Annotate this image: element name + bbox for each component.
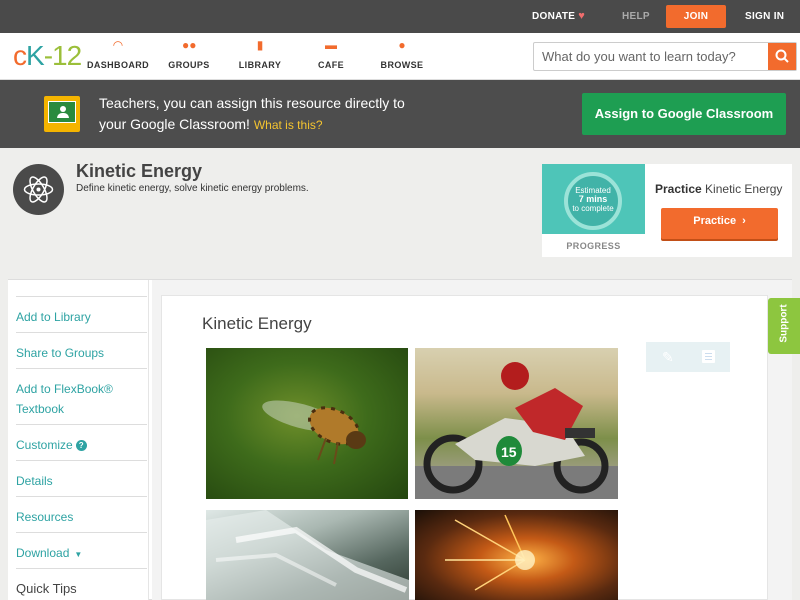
practice-title-rest: Kinetic Energy [705,182,783,196]
practice-title: Practice Kinetic Energy [655,182,782,196]
search-input[interactable] [534,43,768,70]
sidebar-item-label: Add to Library [16,310,91,324]
main-nav: cK-12 ◠ DASHBOARD ●● GROUPS ▮ LIBRARY ▬ … [0,33,800,80]
support-tab[interactable]: Support [768,298,800,354]
estimated-time-ring: Estimated 7 mins to complete [564,172,622,230]
nav-library-label: LIBRARY [238,60,282,70]
sidebar: Add to Library Share to Groups Add to Fl… [8,280,149,600]
nav-cafe-label: CAFE [317,60,345,70]
search-box [533,42,797,71]
banner-line-2: your Google Classroom! [99,116,250,132]
help-link[interactable]: HELP [622,0,650,33]
nav-browse-label: BROWSE [380,60,424,70]
sidebar-item-customize[interactable]: Customize? [16,424,147,460]
pencil-icon[interactable]: ✎ [662,349,674,365]
google-classroom-icon [44,96,80,132]
book-icon: ▮ [256,38,264,52]
help-circle-icon[interactable]: ? [75,440,87,451]
image-bee-in-flight[interactable] [206,348,408,499]
concept-title: Kinetic Energy [202,314,312,333]
chat-bubbles-icon: ▬ [325,38,337,52]
logo-k: K [26,40,45,71]
sidebar-item-add-to-flexbook[interactable]: Add to FlexBook® Textbook [16,368,147,424]
progress-label: PROGRESS [566,241,621,251]
image-grinding-sparks[interactable] [415,510,618,600]
nav-groups[interactable]: ●● GROUPS [154,39,224,70]
sidebar-item-label: Add to FlexBook® Textbook [16,369,147,419]
nav-browse[interactable]: ● BROWSE [367,39,437,70]
nav-groups-label: GROUPS [168,60,210,70]
gauge-icon: ◠ [112,38,124,52]
sign-in-link[interactable]: SIGN IN [745,0,784,33]
motorcycle-illustration: 15 [415,362,618,499]
nav-dashboard-label: DASHBOARD [86,60,150,70]
sidebar-item-download[interactable]: Download ▼ [16,532,147,568]
what-is-this-link[interactable]: What is this? [254,118,323,132]
donate-label: DONATE [532,11,576,22]
assign-to-google-classroom-button[interactable]: Assign to Google Classroom [582,93,786,135]
support-label: Support [778,304,790,343]
estimated-minutes: 7 mins [578,194,608,204]
sidebar-item-label: Share to Groups [16,346,105,360]
flexbook-line-1: Add to FlexBook® [16,382,113,396]
practice-title-bold: Practice [655,182,702,196]
nav-dashboard[interactable]: ◠ DASHBOARD [83,39,153,70]
sidebar-item-add-to-library[interactable]: Add to Library [16,296,147,332]
sidebar-item-label: Quick Tips [16,581,77,596]
sidebar-item-label: Details [16,474,53,488]
sidebar-item-resources[interactable]: Resources [16,496,147,532]
banner-line-1: Teachers, you can assign this resource d… [99,95,405,111]
donate-link[interactable]: DONATE ♥ [532,0,585,33]
practice-button-label: Practice [693,215,737,227]
image-motorcycle-racer[interactable]: 15 [415,348,618,499]
practice-card: Estimated 7 mins to complete PROGRESS Pr… [542,164,792,257]
logo-num: 12 [52,40,82,71]
svg-text:15: 15 [501,444,517,460]
teacher-banner: Teachers, you can assign this resource d… [0,80,800,148]
practice-button[interactable]: Practice › [661,208,778,239]
sidebar-item-share-to-groups[interactable]: Share to Groups [16,332,147,368]
download-label: Download [16,546,70,560]
logo-c: c [13,40,27,71]
banner-message: Teachers, you can assign this resource d… [99,93,479,136]
sidebar-item-label: Resources [16,510,74,524]
flexbook-line-2: Textbook [16,402,65,416]
sidebar-item-label: Customize? [16,425,147,455]
sidebar-item-quick-tips[interactable]: Quick Tips [16,568,147,600]
top-utility-bar: DONATE ♥ HELP JOIN SIGN IN [0,0,800,33]
lightbulb-icon: ● [398,38,406,52]
concept-icon [13,164,64,215]
sidebar-item-details[interactable]: Details [16,460,147,496]
progress-tile: Estimated 7 mins to complete [542,164,645,234]
caret-down-icon: ▼ [74,550,83,559]
annotation-tools: ✎ [646,342,730,372]
nav-cafe[interactable]: ▬ CAFE [296,39,366,70]
estimated-suffix: to complete [572,204,614,213]
customize-label: Customize [16,438,73,452]
page-subtitle: Define kinetic energy, solve kinetic ene… [76,183,309,194]
chevron-right-icon: › [742,215,746,227]
people-icon: ●● [182,38,197,52]
sidebar-item-label: Download ▼ [16,533,147,565]
page-title: Kinetic Energy [76,161,203,181]
search-button[interactable] [768,43,796,70]
search-icon [775,49,789,63]
logo-dash: - [43,40,53,71]
nav-library[interactable]: ▮ LIBRARY [225,39,295,70]
notes-icon[interactable] [702,350,715,363]
heart-icon: ♥ [578,10,586,22]
join-button[interactable]: JOIN [666,5,726,28]
atom-icon [23,176,54,203]
image-water-cascade[interactable] [206,510,409,600]
bee-illustration [262,400,366,465]
water-illustration [206,510,409,600]
sparks-illustration [445,514,535,591]
ck12-logo[interactable]: cK-12 [13,40,82,71]
